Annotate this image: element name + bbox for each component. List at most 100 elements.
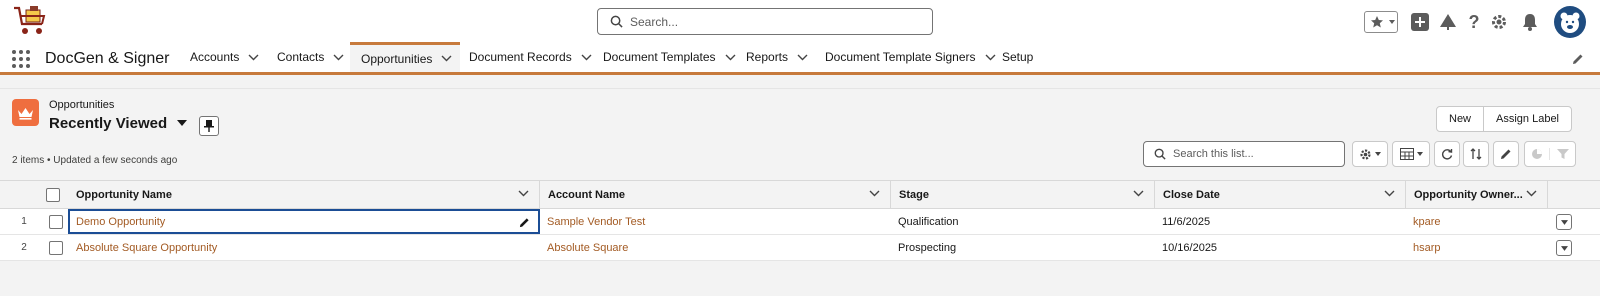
filter-icon[interactable] <box>1550 148 1575 160</box>
pin-list-view-button[interactable] <box>199 116 219 136</box>
column-header-label: Stage <box>899 188 929 201</box>
chevron-down-icon[interactable] <box>797 54 808 61</box>
stage-cell: Prospecting <box>898 241 957 254</box>
column-header-close-date[interactable]: Close Date <box>1155 181 1406 208</box>
list-status-text: 2 items • Updated a few seconds ago <box>12 155 178 166</box>
caret-down-icon <box>177 120 188 126</box>
bell-icon <box>1523 14 1537 31</box>
nav-tab-label: Setup <box>1002 50 1034 64</box>
sort-arrows-icon <box>1470 148 1482 160</box>
caret-down-icon <box>1416 152 1423 156</box>
star-icon <box>1371 16 1383 28</box>
account-name-cell: Sample Vendor Test <box>547 209 645 234</box>
chevron-down-icon[interactable] <box>1526 190 1537 197</box>
close-date-cell: 11/6/2025 <box>1162 215 1211 228</box>
chevron-down-icon[interactable] <box>518 190 529 197</box>
nav-tab-document-template-signers[interactable]: Document Template Signers <box>825 42 996 72</box>
chevron-down-icon[interactable] <box>985 54 996 61</box>
select-all-checkbox[interactable] <box>46 187 60 202</box>
help-icon: ? <box>1468 11 1480 32</box>
account-name-link[interactable]: Sample Vendor Test <box>547 216 645 228</box>
global-search-input[interactable]: Search... <box>597 8 933 35</box>
owner-link[interactable]: hsarp <box>1413 242 1441 254</box>
row-checkbox-cell <box>49 209 65 234</box>
chevron-down-icon[interactable] <box>581 54 592 61</box>
user-avatar[interactable] <box>1554 6 1586 38</box>
trailhead-button[interactable] <box>1438 11 1458 33</box>
close-date-cell: 10/16/2025 <box>1162 241 1218 254</box>
column-header-stage[interactable]: Stage <box>891 181 1155 208</box>
edit-nav-pencil-icon[interactable] <box>1572 53 1584 68</box>
pencil-icon[interactable] <box>519 217 530 228</box>
column-header-label: Opportunity Owner... <box>1414 188 1523 201</box>
account-name-cell: Absolute Square <box>547 235 628 260</box>
help-button[interactable]: ? <box>1466 11 1482 33</box>
display-as-table-button[interactable] <box>1392 141 1430 167</box>
owner-link[interactable]: kpare <box>1413 216 1441 228</box>
list-view-selector[interactable]: Recently Viewed <box>49 115 188 132</box>
list-search-placeholder: Search this list... <box>1173 148 1254 160</box>
table-header-row: Opportunity Name Account Name Stage Clos… <box>0 181 1600 209</box>
assign-label-button[interactable]: Assign Label <box>1483 107 1571 131</box>
nav-tab-label: Opportunities <box>361 51 433 66</box>
nav-tab-contacts[interactable]: Contacts <box>277 42 344 72</box>
list-search-input[interactable]: Search this list... <box>1143 141 1345 167</box>
caret-down-icon <box>1375 152 1381 156</box>
app-launcher-icon[interactable] <box>12 50 30 68</box>
chevron-down-icon[interactable] <box>1384 190 1395 197</box>
pin-icon <box>204 120 214 132</box>
nav-tab-label: Contacts <box>277 50 325 64</box>
chevron-down-icon[interactable] <box>441 55 452 62</box>
sort-button[interactable] <box>1463 141 1489 167</box>
row-checkbox-cell <box>49 235 65 260</box>
row-actions-button[interactable] <box>1556 240 1572 256</box>
opportunity-name-cell[interactable]: Demo Opportunity <box>68 209 540 234</box>
avatar-bear-icon <box>1560 12 1580 33</box>
owner-cell: hsarp <box>1413 235 1441 260</box>
opportunity-name-link[interactable]: Absolute Square Opportunity <box>76 242 217 254</box>
chevron-down-icon[interactable] <box>869 190 880 197</box>
trailhead-icon <box>1440 14 1456 30</box>
app-logo-cart-icon[interactable] <box>12 4 48 38</box>
chevron-down-icon[interactable] <box>1133 190 1144 197</box>
chevron-down-icon[interactable] <box>333 54 344 61</box>
opportunity-name-link[interactable]: Demo Opportunity <box>76 216 165 228</box>
chevron-down-icon[interactable] <box>248 54 259 61</box>
account-name-link[interactable]: Absolute Square <box>547 242 628 254</box>
column-header-opportunity-name[interactable]: Opportunity Name <box>68 181 540 208</box>
row-actions-button[interactable] <box>1556 214 1572 230</box>
list-view-controls-button[interactable] <box>1352 141 1388 167</box>
notifications-button[interactable] <box>1522 11 1538 33</box>
nav-tab-accounts[interactable]: Accounts <box>190 42 259 72</box>
search-icon <box>610 15 623 28</box>
row-checkbox[interactable] <box>49 214 63 229</box>
row-number: 2 <box>21 242 27 253</box>
nav-tab-setup[interactable]: Setup <box>1002 42 1033 72</box>
chart-icon[interactable] <box>1525 148 1551 160</box>
nav-tab-document-records[interactable]: Document Records <box>469 42 592 72</box>
nav-tab-document-templates[interactable]: Document Templates <box>603 42 736 72</box>
new-button[interactable]: New <box>1437 107 1483 131</box>
favorites-button[interactable] <box>1364 11 1398 33</box>
global-create-button[interactable] <box>1411 11 1429 33</box>
caret-down-icon <box>1560 245 1568 251</box>
nav-tab-label: Reports <box>746 50 789 64</box>
column-header-account-name[interactable]: Account Name <box>540 181 891 208</box>
table-row: 2 Absolute Square Opportunity Absolute S… <box>0 235 1600 261</box>
chevron-down-icon[interactable] <box>725 54 736 61</box>
row-checkbox[interactable] <box>49 240 63 255</box>
chevron-down-icon <box>1389 20 1395 24</box>
column-header-opportunity-owner[interactable]: Opportunity Owner... <box>1406 181 1548 208</box>
table-row: 1 Demo Opportunity Sample Vendor Test Qu… <box>0 209 1600 235</box>
column-header-label: Opportunity Name <box>76 188 172 201</box>
edit-list-button[interactable] <box>1493 141 1519 167</box>
table-icon <box>1399 148 1414 160</box>
pencil-icon <box>1501 149 1511 159</box>
nav-tab-label: Accounts <box>190 50 240 64</box>
opportunities-table: Opportunity Name Account Name Stage Clos… <box>0 180 1600 261</box>
setup-button[interactable] <box>1490 11 1508 33</box>
refresh-button[interactable] <box>1434 141 1460 167</box>
stage-cell: Qualification <box>898 215 959 228</box>
nav-tab-reports[interactable]: Reports <box>746 42 808 72</box>
nav-tab-opportunities[interactable]: Opportunities <box>350 42 460 72</box>
